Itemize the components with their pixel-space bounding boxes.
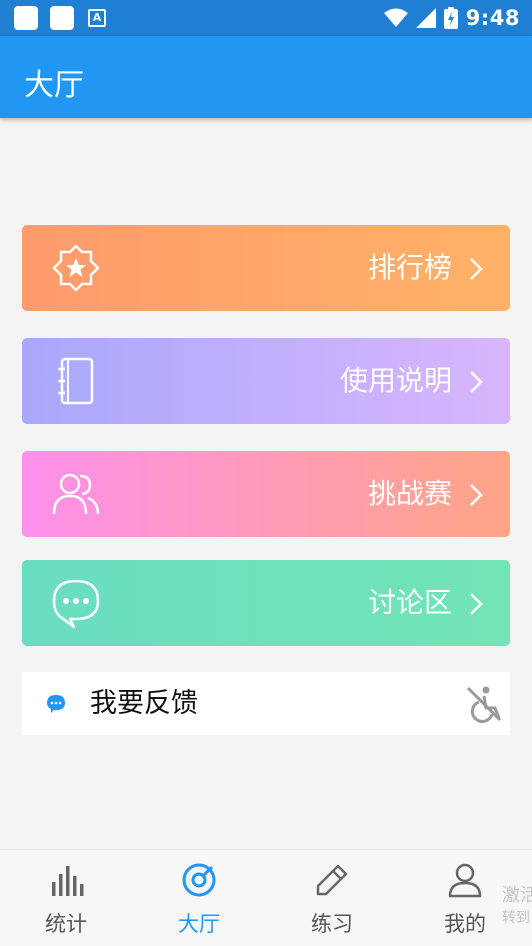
feedback-label: 我要反馈	[90, 688, 198, 719]
users-icon	[52, 473, 100, 515]
chat-dot-icon	[47, 695, 65, 713]
status-bar: A 9:48	[0, 0, 532, 36]
chevron-right-icon	[470, 484, 483, 506]
chat-bubble-icon	[52, 579, 100, 629]
menu-card-label: 讨论区	[367, 586, 452, 619]
menu-card-label: 挑战赛	[367, 477, 452, 510]
watermark-text: 转到	[502, 910, 530, 926]
nav-item-stats[interactable]: 统计	[16, 850, 116, 946]
menu-card-leaderboard[interactable]: 排行榜	[22, 225, 510, 311]
pencil-icon	[316, 864, 348, 896]
notification-icon	[50, 6, 74, 30]
menu-card-challenge[interactable]: 挑战赛	[22, 451, 510, 537]
notebook-icon	[58, 357, 94, 405]
accessibility-off-icon[interactable]	[464, 684, 504, 724]
bar-chart-icon	[52, 866, 84, 896]
target-icon	[182, 863, 216, 897]
nav-label: 练习	[311, 912, 353, 936]
menu-card-discussion[interactable]: 讨论区	[22, 560, 510, 646]
nav-item-me[interactable]: 我的	[415, 850, 515, 946]
clock: 9:48	[465, 6, 520, 30]
chevron-right-icon	[470, 258, 483, 280]
menu-card-label: 排行榜	[367, 251, 452, 284]
wifi-icon	[383, 8, 408, 27]
chevron-right-icon	[470, 593, 483, 615]
menu-card-instructions[interactable]: 使用说明	[22, 338, 510, 424]
app-bar: 大厅	[0, 36, 532, 118]
watermark-text: 激活	[502, 885, 532, 906]
person-icon	[448, 863, 482, 898]
app-notification-icon: A	[88, 9, 106, 27]
notification-icon	[14, 6, 38, 30]
bottom-nav: 统计 大厅 练习 我的	[0, 849, 532, 946]
nav-label: 大厅	[178, 912, 220, 936]
signal-icon	[415, 8, 436, 28]
star-badge-icon	[52, 244, 100, 292]
nav-label: 我的	[444, 912, 486, 936]
nav-item-practice[interactable]: 练习	[282, 850, 382, 946]
chevron-right-icon	[470, 371, 483, 393]
feedback-row[interactable]: 我要反馈	[22, 672, 510, 735]
nav-label: 统计	[45, 912, 87, 936]
page-title: 大厅	[24, 68, 84, 103]
nav-item-hall[interactable]: 大厅	[149, 850, 249, 946]
battery-icon	[443, 7, 458, 29]
menu-card-label: 使用说明	[339, 364, 452, 397]
